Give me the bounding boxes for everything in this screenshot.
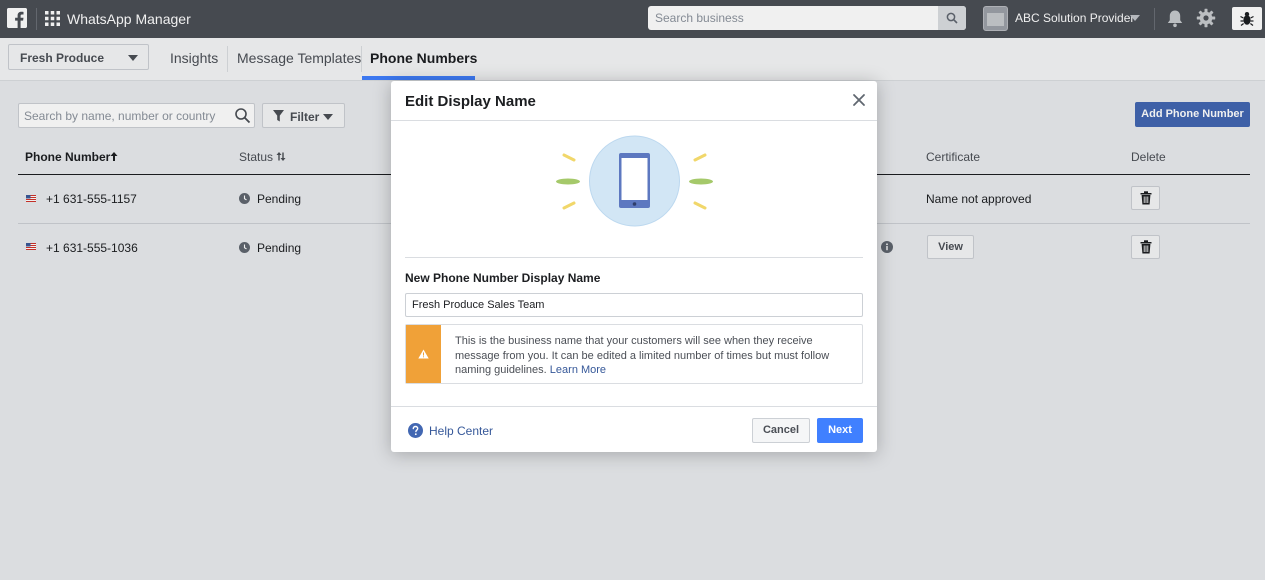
phone-illustration-icon bbox=[556, 135, 713, 227]
warning-icon bbox=[418, 349, 429, 359]
display-name-input[interactable] bbox=[405, 293, 863, 317]
warning-notice: This is the business name that your cust… bbox=[405, 324, 863, 384]
divider bbox=[405, 257, 863, 258]
learn-more-link[interactable]: Learn More bbox=[550, 364, 606, 376]
help-icon[interactable] bbox=[408, 423, 423, 438]
edit-display-name-dialog: Edit Display Name New Phone Number Displ… bbox=[391, 81, 877, 452]
warning-message: This is the business name that your cust… bbox=[455, 335, 830, 376]
warning-icon-panel bbox=[406, 325, 441, 383]
warning-text: This is the business name that your cust… bbox=[455, 334, 855, 378]
display-name-label: New Phone Number Display Name bbox=[405, 271, 601, 285]
close-icon[interactable] bbox=[852, 93, 866, 107]
help-center-link[interactable]: Help Center bbox=[429, 424, 493, 438]
dialog-footer: Help Center Cancel Next bbox=[391, 406, 877, 452]
dialog-header: Edit Display Name bbox=[391, 81, 877, 121]
dialog-title: Edit Display Name bbox=[405, 93, 536, 110]
next-button[interactable]: Next bbox=[817, 418, 863, 443]
cancel-button[interactable]: Cancel bbox=[752, 418, 810, 443]
